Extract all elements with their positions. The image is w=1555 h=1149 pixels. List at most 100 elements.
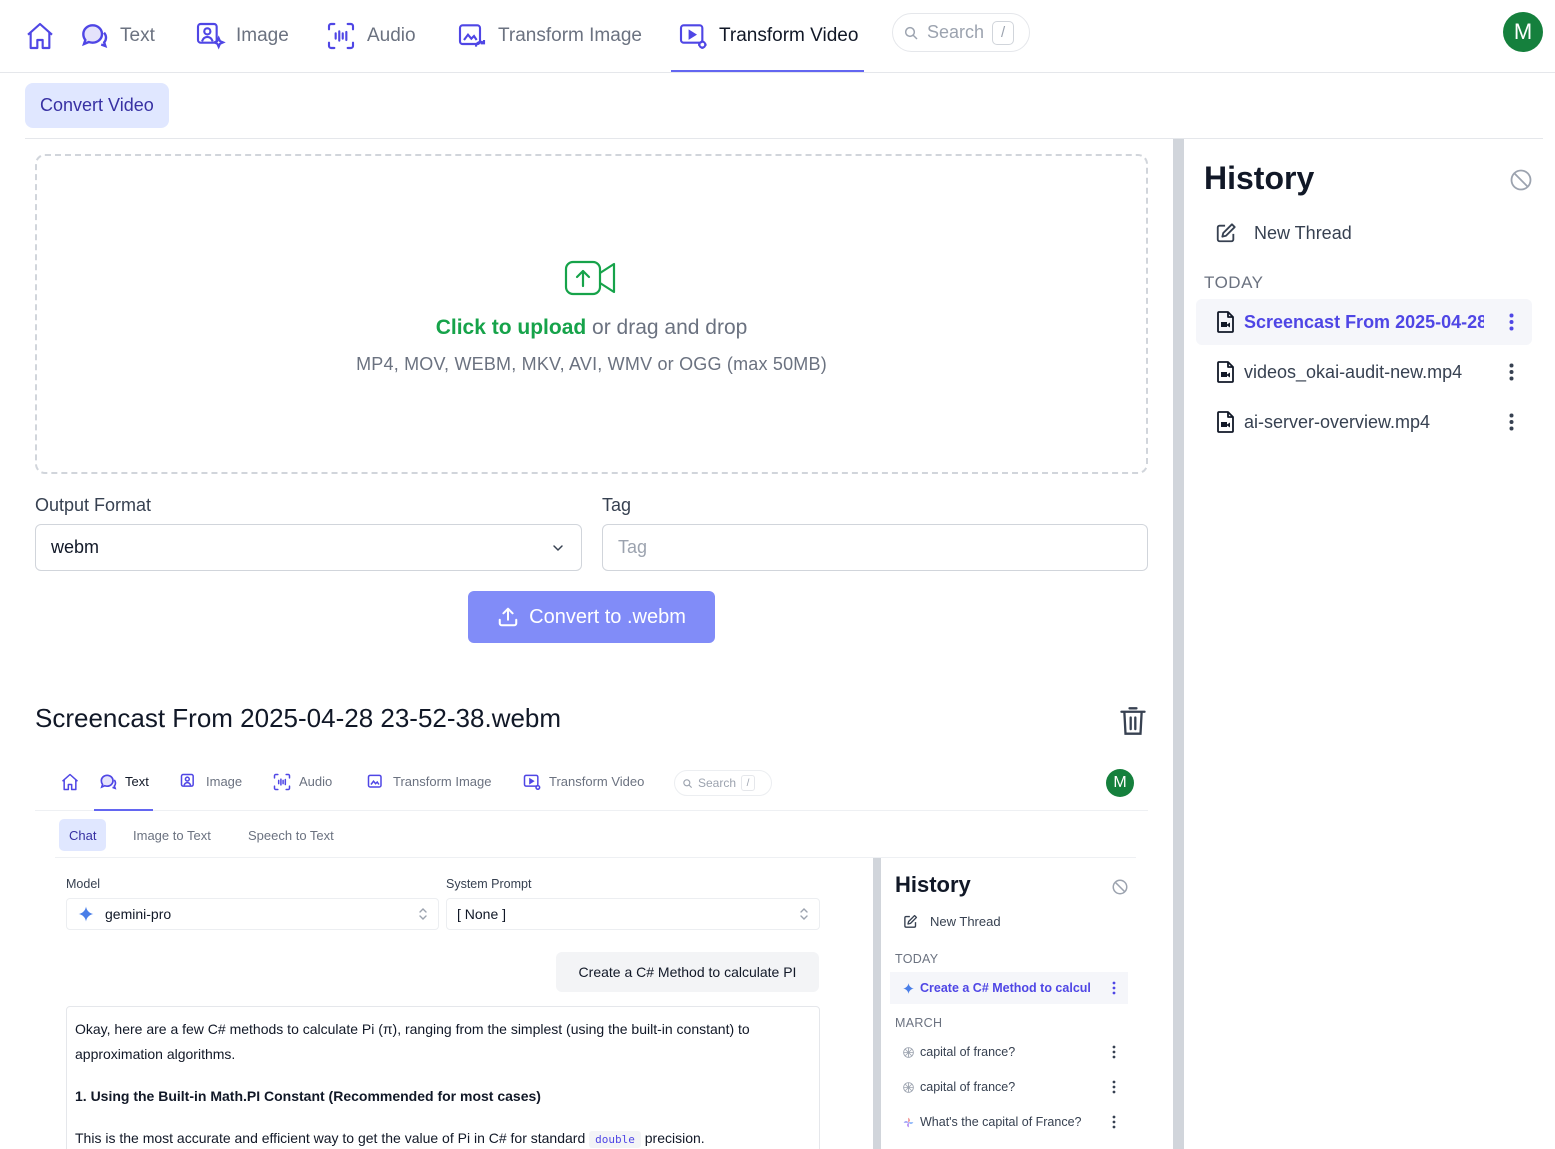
preview-answer-paragraph: This is the most accurate and efficient … [75,1126,811,1149]
preview-answer-text: This is the most accurate and efficient … [75,1130,590,1146]
home-icon [27,22,53,50]
history-item-label: ai-server-overview.mp4 [1244,411,1431,432]
nav-tab-text[interactable]: Text [78,0,155,72]
preview-section-today: TODAY [895,952,939,966]
output-format-value: webm [51,537,100,557]
convert-button[interactable]: Convert to .webm [468,591,715,643]
trash-icon[interactable] [1119,706,1147,736]
nav-tab-label: Audio [367,25,416,46]
sidebar-resize-handle[interactable] [1173,139,1184,1149]
preview-answer-text-end: precision. [640,1130,705,1146]
nav-tab-label: Transform Image [498,25,642,46]
nav-home[interactable] [24,0,56,72]
edit-icon [1216,223,1236,243]
more-vertical-icon [1112,1045,1116,1059]
history-item[interactable]: videos_okai-audit-new.mp4 [1196,349,1532,395]
result-title: Screencast From 2025-04-28 23-52-38.webm [35,703,562,733]
more-vertical-icon [1112,981,1116,995]
preview-answer-heading: 1. Using the Built-in Math.PI Constant (… [75,1088,541,1104]
upload-formats: MP4, MOV, WEBM, MKV, AVI, WMV or OGG (ma… [356,354,827,374]
preview-nav-home [60,752,80,811]
history-item[interactable]: ai-server-overview.mp4 [1196,399,1532,445]
nav-tab-transform-video[interactable]: Transform Video [670,0,865,72]
nav-tab-audio[interactable]: Audio [325,0,416,72]
new-thread-button[interactable]: New Thread [1215,217,1352,249]
edit-icon [904,914,918,928]
preview-model-label: Model [66,877,101,891]
preview-nav-image: Image [179,752,242,811]
subtab-convert-video[interactable]: Convert Video [25,83,169,128]
upload-dropzone[interactable]: Click to upload or drag and drop MP4, MO… [35,154,1148,474]
upload-icon [498,607,518,627]
ban-icon [1112,879,1128,895]
image-user-icon [196,22,226,50]
preview-history-item-label: Create a C# Method to calcul [920,981,1091,995]
preview-nav-text: Text [94,752,153,811]
output-format-label: Output Format [35,495,152,515]
drag-drop-text: or drag and drop [586,316,748,339]
preview-nav-label: Transform Video [549,774,645,789]
nav-tab-label: Text [120,25,155,46]
preview-history-item: capital of france? [890,1036,1128,1068]
preview-nav-label: Audio [299,774,333,789]
preview-history-item-label: capital of france? [920,1080,1016,1094]
tag-input[interactable] [602,524,1148,571]
preview-system-prompt-value: [ None ] [457,906,507,922]
more-vertical-icon[interactable] [1509,413,1514,431]
preview-panel-divider [873,858,881,1149]
preview-system-prompt-select: [ None ] [446,898,820,930]
history-item[interactable]: Screencast From 2025-04-28 23-52-38.webm [1196,299,1532,345]
preview-avatar: M [1106,769,1134,797]
transform-image-icon [367,774,382,788]
preview-model-value: gemini-pro [105,906,172,922]
nav-tab-transform-image[interactable]: Transform Image [456,0,642,72]
preview-answer-intro: Okay, here are a few C# methods to calcu… [75,1021,750,1062]
preview-user-message: Create a C# Method to calculate PI [556,952,819,992]
video-preview[interactable]: Text Image Audio Transform Image Transfo… [35,752,1148,1149]
preview-new-thread-label: New Thread [930,914,1001,929]
pinwheel-icon [903,1117,914,1127]
tag-label: Tag [602,495,632,515]
search-box[interactable]: Search / [892,13,1030,52]
preview-subtab-chat: Chat [59,819,107,851]
history-title: History [1204,160,1315,196]
openai-icon [903,1046,914,1058]
transform-image-icon [458,24,486,47]
output-format-select[interactable]: webm [35,524,582,571]
openai-icon [903,1081,914,1093]
preview-subtab-speech-to-text: Speech to Text [248,827,334,843]
clear-history-icon[interactable] [1509,168,1533,192]
search-icon [683,778,693,788]
preview-nav-audio: Audio [272,752,332,811]
audio-waveform-icon [327,22,355,50]
preview-history-item: capital of france? [890,1071,1128,1103]
transform-video-icon [679,24,707,49]
preview-nav: Text Image Audio Transform Image Transfo… [35,752,1148,811]
nav-tab-image[interactable]: Image [194,0,289,72]
preview-nav-label: Image [206,774,243,789]
preview-history-item-label: capital of france? [920,1045,1016,1059]
preview-history-item: Create a C# Method to calcul [890,972,1128,1004]
preview-history-title: History [895,872,971,897]
convert-button-label: Convert to .webm [529,605,686,628]
gemini-sparkle-icon [78,906,94,922]
preview-history-item-label: What's the capital of France? [920,1115,1082,1129]
preview-system-prompt-label: System Prompt [446,877,532,891]
more-vertical-icon[interactable] [1509,363,1514,381]
sub-tabs: Convert Video [25,73,1543,139]
more-vertical-icon[interactable] [1509,313,1514,331]
home-icon [62,773,78,790]
chat-bubbles-icon [82,24,108,48]
preview-assistant-answer: Okay, here are a few C# methods to calcu… [66,1006,820,1149]
transform-video-icon [523,774,541,790]
top-nav: Text Image Audio Transform Image Transfo… [0,0,1555,73]
chevron-up-down-icon [419,908,427,920]
avatar[interactable]: M [1503,12,1543,52]
preview-subtabs: Chat Image to Text Speech to Text [55,811,1136,858]
search-shortcut-key: / [992,20,1015,45]
video-file-icon [1217,311,1234,333]
video-upload-icon [564,260,615,296]
upload-instructions: Click to upload or drag and drop [436,316,748,340]
click-to-upload-link[interactable]: Click to upload [436,316,587,339]
more-vertical-icon [1112,1080,1116,1094]
